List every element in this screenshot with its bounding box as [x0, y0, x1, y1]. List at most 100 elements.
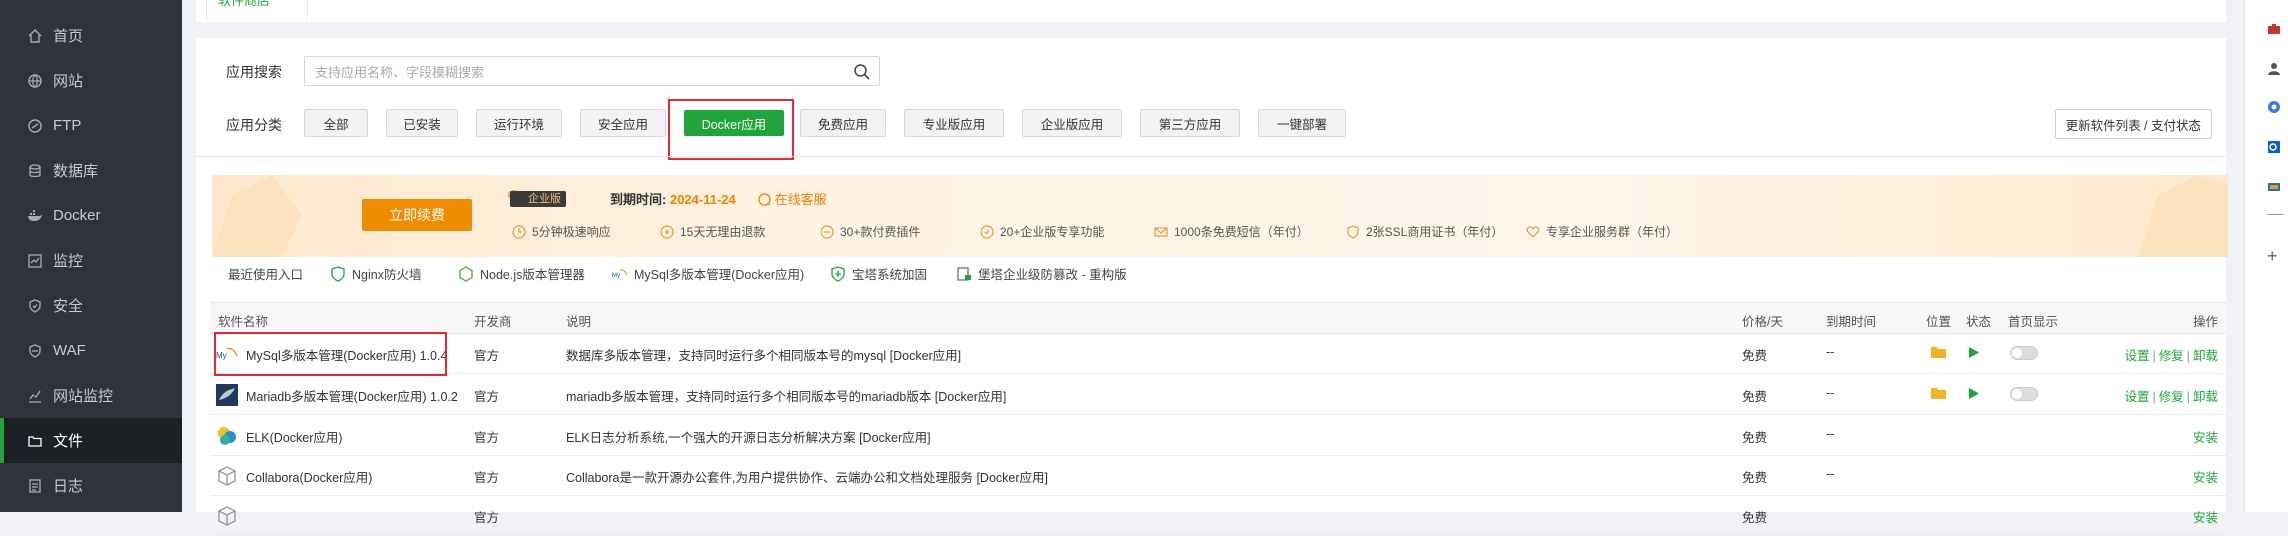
plus-icon[interactable]: + [2267, 246, 2278, 267]
sidebar-item-database[interactable]: 数据库 [0, 148, 182, 193]
software-desc: Collabora是一款开源办公套件,为用户提供协作、云端办公和文档处理服务 [… [566, 471, 1048, 485]
play-icon[interactable] [1968, 346, 1980, 359]
search-input[interactable] [305, 57, 837, 87]
sidebar: 首页 网站 FTP 数据库 Docker 监控 安全 WAF 网站监控 文件 日… [0, 0, 182, 512]
ftp-icon [27, 118, 43, 134]
mail-icon [1154, 226, 1168, 237]
play-icon[interactable] [1968, 387, 1980, 400]
search-icon[interactable] [853, 63, 871, 81]
recent-item-label: 堡塔企业级防篡改 - 重构版 [978, 268, 1127, 282]
toolbox-icon[interactable] [2267, 22, 2281, 36]
sidebar-item-website[interactable]: 网站 [0, 58, 182, 103]
mysql-icon: My [612, 268, 628, 279]
folder-open-icon[interactable] [1931, 387, 1947, 400]
header-location: 位置 [1926, 315, 1952, 329]
install-link[interactable]: 安装 [2193, 471, 2218, 485]
banner-deco-right [2138, 175, 2228, 257]
category-runtime[interactable]: 运行环境 [476, 109, 562, 137]
outlook-icon[interactable] [2267, 140, 2281, 154]
software-name[interactable]: Collabora(Docker应用) [246, 467, 372, 486]
person-icon[interactable] [2267, 62, 2281, 76]
category-free[interactable]: 免费应用 [800, 109, 886, 137]
recent-item-bt-hardening[interactable]: 宝塔系统加固 [830, 264, 927, 283]
header-name: 软件名称 [218, 315, 269, 329]
header-expire: 到期时间 [1826, 315, 1877, 329]
category-pro[interactable]: 专业版应用 [904, 109, 1004, 137]
sidebar-item-home[interactable]: 首页 [0, 13, 182, 58]
folder-open-icon[interactable] [1931, 346, 1947, 359]
install-link[interactable]: 安装 [2193, 431, 2218, 445]
recent-item-nodejs[interactable]: Node.js版本管理器 [458, 264, 585, 283]
sidebar-item-label: Docker [53, 207, 101, 224]
update-software-list-button[interactable]: 更新软件列表 / 支付状态 [2054, 109, 2212, 139]
right-toolbar: + [2244, 0, 2288, 512]
sidebar-item-logs[interactable]: 日志 [0, 463, 182, 508]
recent-item-mysql[interactable]: My MySql多版本管理(Docker应用) [612, 264, 804, 283]
folder-icon [27, 433, 43, 449]
software-name[interactable]: ELK(Docker应用) [246, 427, 343, 446]
software-developer: 官方 [474, 431, 500, 445]
renew-now-button[interactable]: 立即续费 [362, 199, 472, 231]
sidebar-item-monitor[interactable]: 监控 [0, 238, 182, 283]
table-row: 官方 免费 安装 [210, 495, 2226, 536]
software-desc: mariadb多版本管理，支持同时运行多个相同版本号的mariadb版本 [Do… [566, 390, 1007, 404]
package-icon [218, 506, 236, 526]
category-enterprise[interactable]: 企业版应用 [1022, 109, 1122, 137]
sidebar-item-security[interactable]: 安全 [0, 283, 182, 328]
app-icon[interactable] [2267, 180, 2281, 194]
service-link-label: 在线客服 [774, 192, 827, 207]
home-display-toggle[interactable] [2010, 346, 2038, 360]
repair-link[interactable]: 修复 [2159, 390, 2184, 404]
online-service-link[interactable]: 在线客服 [758, 189, 827, 208]
category-one-click[interactable]: 一键部署 [1258, 109, 1346, 137]
search-box [304, 56, 880, 87]
sidebar-item-files[interactable]: 文件 [0, 418, 182, 463]
highlight-box-row [214, 332, 447, 376]
header-desc: 说明 [566, 315, 592, 329]
recent-label: 最近使用入口 [228, 268, 304, 282]
uninstall-link[interactable]: 卸载 [2193, 390, 2218, 404]
category-installed[interactable]: 已安装 [386, 109, 458, 137]
feature-label: 5分钟极速响应 [532, 225, 611, 239]
table-header: 软件名称 开发商 说明 价格/天 到期时间 位置 状态 首页显示 操作 [210, 302, 2226, 334]
sidebar-item-site-monitor[interactable]: 网站监控 [0, 373, 182, 418]
feature-item: 5分钟极速响应 [512, 223, 611, 240]
software-name[interactable]: Mariadb多版本管理(Docker应用) 1.0.2 [246, 386, 458, 405]
repair-link[interactable]: 修复 [2159, 349, 2184, 363]
software-expire: -- [1826, 386, 1835, 400]
settings-link[interactable]: 设置 [2124, 390, 2149, 404]
sidebar-item-ftp[interactable]: FTP [0, 103, 182, 148]
tab-software-store[interactable]: 软件商店 [218, 0, 270, 9]
home-display-toggle[interactable] [2010, 387, 2038, 401]
ssl-icon [1347, 224, 1359, 239]
table-row: Collabora(Docker应用) 官方 Collabora是一款开源办公套… [210, 455, 2226, 496]
expire-date: 2024-11-24 [669, 192, 736, 207]
software-expire: -- [1826, 467, 1835, 481]
software-desc: 数据库多版本管理，支持同时运行多个相同版本号的mysql [Docker应用] [566, 349, 962, 363]
table-row: My MySql多版本管理(Docker应用) 1.0.4 官方 数据库多版本管… [210, 333, 2226, 374]
category-third-party[interactable]: 第三方应用 [1140, 109, 1240, 137]
category-security[interactable]: 安全应用 [580, 109, 666, 137]
recent-item-label: MySql多版本管理(Docker应用) [634, 268, 805, 282]
sidebar-item-label: 网站监控 [53, 388, 114, 405]
main-content: 软件商店 应用搜索 应用分类 全部 已安装 运行环境 安全应用 Docker应用… [182, 0, 2244, 536]
package-icon [218, 466, 236, 486]
uninstall-link[interactable]: 卸载 [2193, 349, 2218, 363]
monitor-icon [27, 253, 43, 269]
sidebar-item-waf[interactable]: WAF [0, 328, 182, 373]
recent-item-nginx-firewall[interactable]: Nginx防火墙 [330, 264, 421, 283]
recent-item-tamper-proof[interactable]: 堡塔企业级防篡改 - 重构版 [956, 264, 1127, 283]
settings-link[interactable]: 设置 [2124, 349, 2149, 363]
document-lock-icon [957, 266, 971, 281]
category-all[interactable]: 全部 [304, 109, 368, 137]
expire-info: 到期时间: 2024-11-24 [610, 189, 736, 208]
chrome-icon[interactable] [2267, 100, 2281, 114]
install-link[interactable]: 安装 [2193, 511, 2218, 525]
sidebar-item-docker[interactable]: Docker [0, 193, 182, 238]
star-icon [980, 224, 994, 239]
sidebar-item-label: WAF [53, 342, 86, 359]
recent-item-label: Nginx防火墙 [352, 268, 422, 282]
home-icon [27, 28, 43, 44]
software-price: 免费 [1742, 349, 1768, 363]
feature-item: 30+款付费插件 [820, 223, 920, 240]
